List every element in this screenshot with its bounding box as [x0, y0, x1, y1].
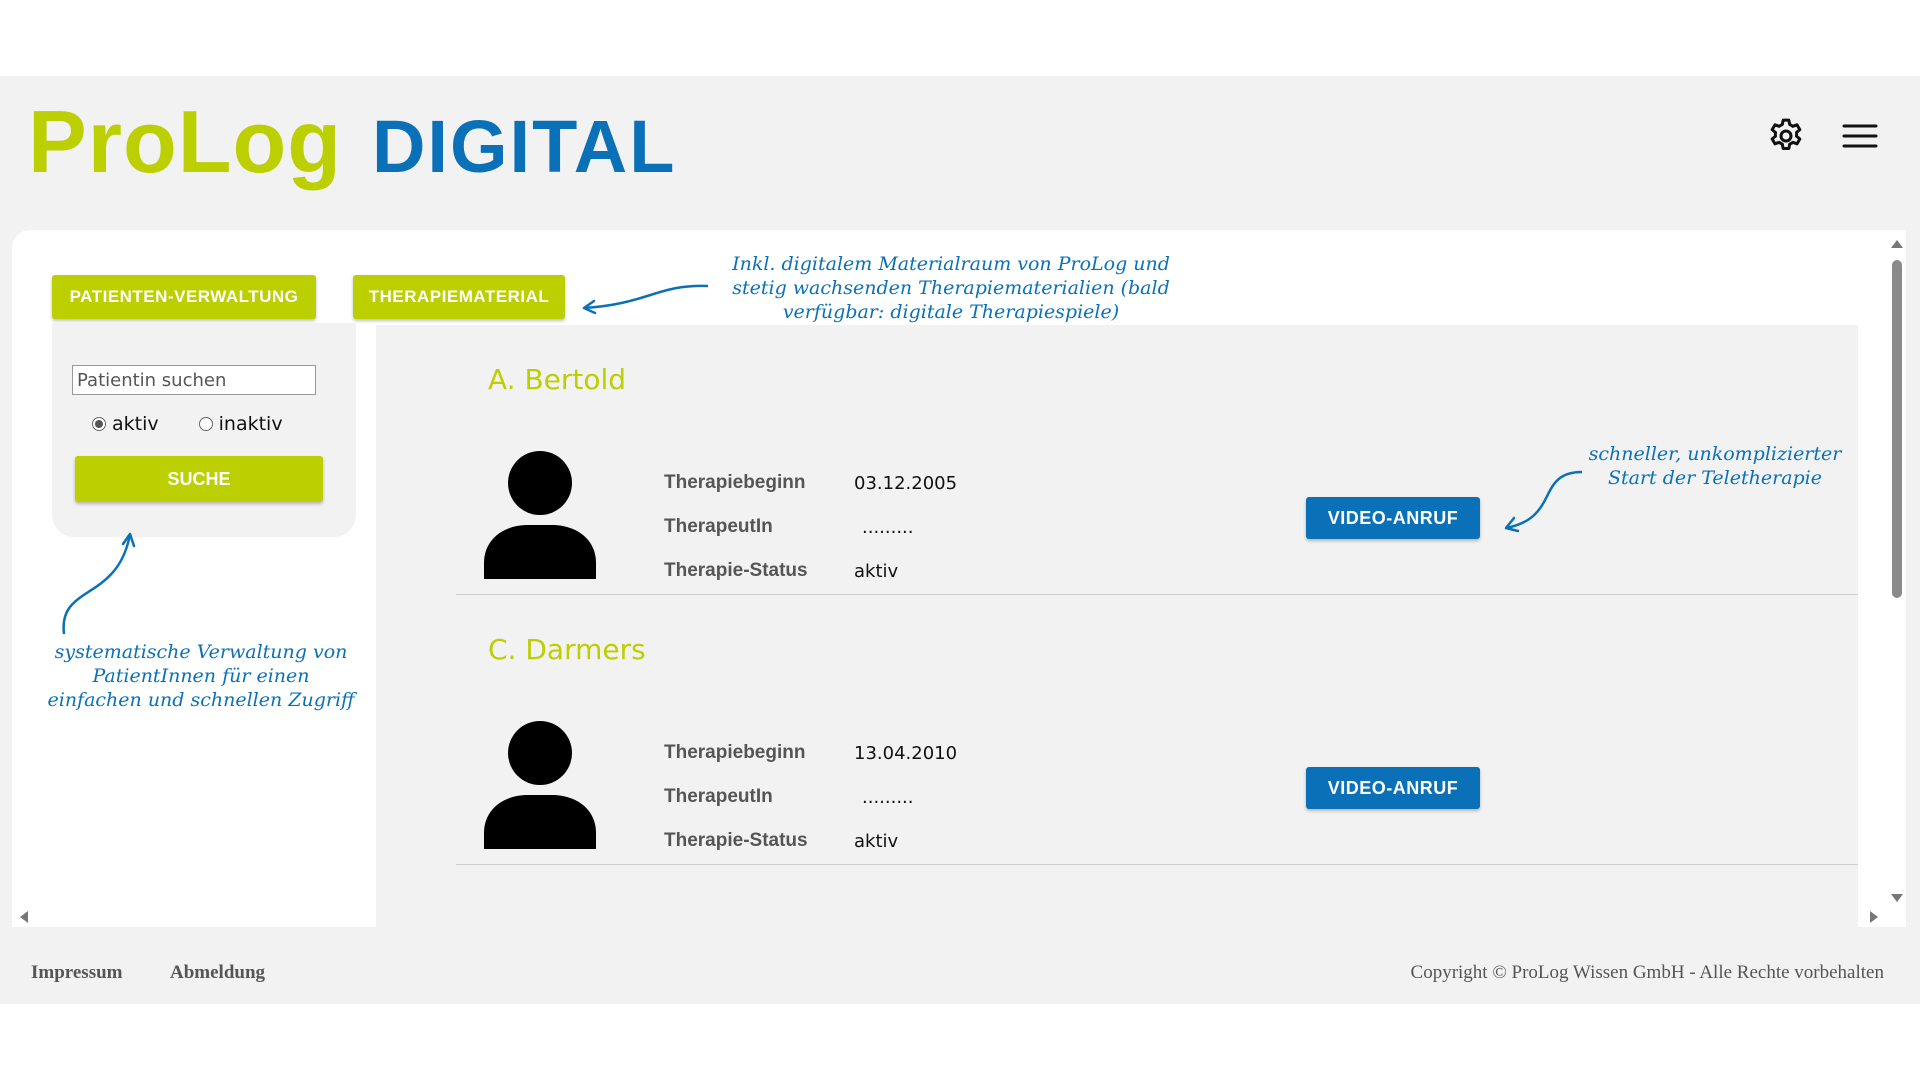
detail-row-status: Therapie-Status aktiv: [664, 819, 957, 863]
vertical-scrollbar[interactable]: [1886, 238, 1906, 902]
prolog-digital-logo: ProLog DIGITAL: [28, 92, 676, 191]
copyright-text: Copyright © ProLog Wissen GmbH - Alle Re…: [1410, 962, 1884, 983]
value-therapy-status: aktiv: [854, 560, 899, 582]
detail-row-start: Therapiebeginn 03.12.2005: [664, 461, 957, 505]
patient-name: C. Darmers: [488, 633, 646, 666]
detail-row-status: Therapie-Status aktiv: [664, 549, 957, 593]
tab-patient-management[interactable]: PATIENTEN-VERWALTUNG: [52, 275, 316, 319]
patient-name: A. Bertold: [488, 363, 627, 396]
horizontal-scrollbar[interactable]: [12, 907, 1882, 925]
annotation-patients: systematische Verwaltung von PatientInne…: [47, 641, 355, 711]
value-therapy-start: 13.04.2010: [854, 742, 958, 764]
value-therapy-start: 03.12.2005: [854, 472, 958, 494]
label-therapy-start: Therapiebeginn: [664, 472, 806, 493]
status-filter: aktiv inaktiv: [92, 413, 283, 435]
scroll-up-arrow[interactable]: [1891, 240, 1903, 248]
impressum-link[interactable]: Impressum: [31, 962, 123, 984]
gear-icon: [1770, 118, 1802, 150]
logo-prolog-text: ProLog: [28, 92, 342, 191]
radio-inactive-label: inaktiv: [218, 413, 283, 435]
content-frame: PATIENTEN-VERWALTUNG THERAPIEMATERIAL ak…: [12, 230, 1906, 927]
value-therapist: .........: [862, 786, 914, 808]
patient-details: Therapiebeginn 03.12.2005 TherapeutIn ..…: [664, 461, 957, 593]
annotation-arrow-icon: [582, 284, 709, 315]
radio-active-dot[interactable]: [92, 417, 106, 431]
scroll-down-arrow[interactable]: [1891, 894, 1903, 902]
app-shell: ProLog DIGITAL PATIENTEN-VERWALTUNG THERA…: [0, 76, 1920, 1004]
annotation-arrow-icon: [1504, 470, 1583, 533]
hamburger-menu-icon: [1842, 124, 1878, 148]
annotation-material: Inkl. digitalem Materialraum von ProLog …: [732, 253, 1170, 323]
radio-active-label: aktiv: [112, 413, 159, 435]
detail-row-therapist: TherapeutIn .........: [664, 505, 957, 549]
annotation-arrow-icon: [62, 532, 136, 635]
logo-digital-text: DIGITAL: [371, 105, 677, 188]
scroll-left-arrow[interactable]: [20, 911, 28, 923]
tab-therapy-material[interactable]: THERAPIEMATERIAL: [353, 275, 565, 319]
settings-button[interactable]: [1764, 114, 1808, 158]
logout-link[interactable]: Abmeldung: [170, 962, 265, 984]
patient-card: C. Darmers Therapiebeginn 13.04.2010 The…: [376, 595, 1858, 865]
value-therapy-status: aktiv: [854, 830, 899, 852]
radio-inactive-dot[interactable]: [198, 417, 213, 431]
scroll-right-arrow[interactable]: [1870, 911, 1878, 923]
label-therapy-status: Therapie-Status: [664, 560, 808, 581]
person-avatar-icon: [484, 451, 596, 579]
label-therapist: TherapeutIn: [664, 786, 773, 807]
detail-row-therapist: TherapeutIn .........: [664, 775, 957, 819]
patient-list: A. Bertold Therapiebeginn 03.12.2005 The…: [376, 325, 1858, 927]
header-actions: [1764, 114, 1882, 158]
menu-button[interactable]: [1838, 114, 1882, 158]
scroll-thumb[interactable]: [1892, 260, 1902, 598]
label-therapist: TherapeutIn: [664, 516, 773, 537]
video-call-button[interactable]: VIDEO-ANRUF: [1306, 767, 1480, 809]
patient-search-input[interactable]: [72, 365, 316, 395]
patient-divider: [456, 864, 1858, 865]
video-call-button[interactable]: VIDEO-ANRUF: [1306, 497, 1480, 539]
annotation-teletherapy: schneller, unkomplizierter Start der Tel…: [1588, 443, 1842, 489]
radio-active[interactable]: aktiv: [92, 413, 159, 435]
label-therapy-status: Therapie-Status: [664, 830, 808, 851]
patient-search-panel: aktiv inaktiv SUCHE: [52, 323, 356, 537]
person-avatar-icon: [484, 721, 596, 849]
label-therapy-start: Therapiebeginn: [664, 742, 806, 763]
detail-row-start: Therapiebeginn 13.04.2010: [664, 731, 957, 775]
value-therapist: .........: [862, 516, 914, 538]
radio-inactive[interactable]: inaktiv: [198, 413, 283, 435]
patient-details: Therapiebeginn 13.04.2010 TherapeutIn ..…: [664, 731, 957, 863]
search-button[interactable]: SUCHE: [75, 456, 323, 502]
